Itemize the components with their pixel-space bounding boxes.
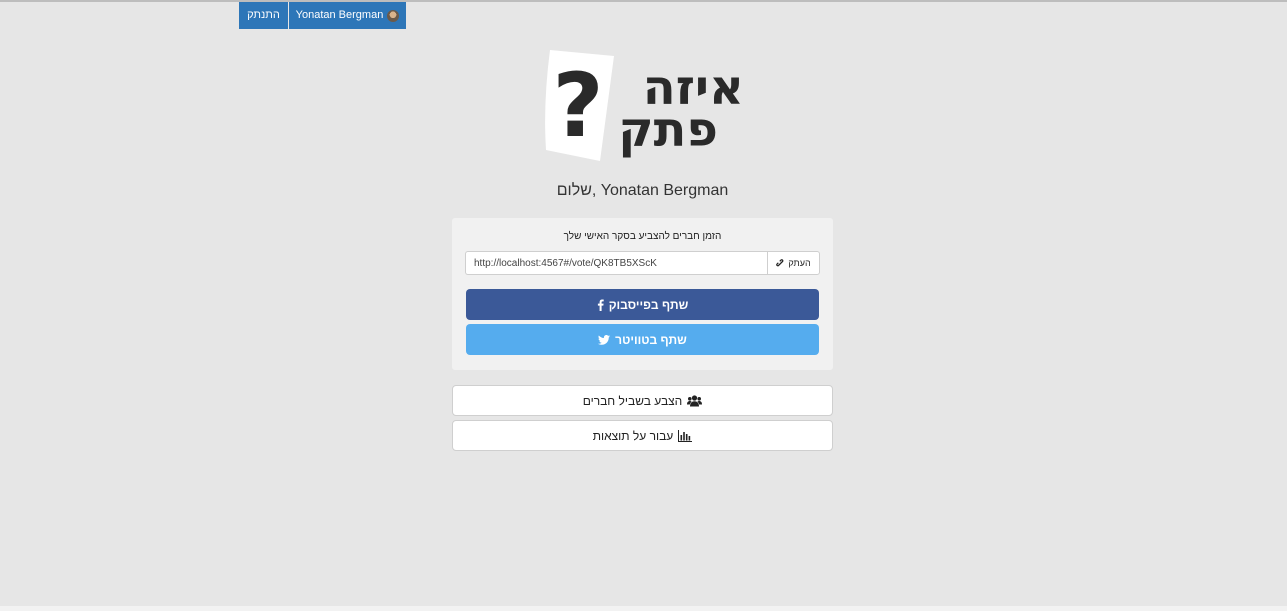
share-url-group: העתק (465, 251, 820, 275)
twitter-icon (598, 334, 611, 345)
twitter-share-button[interactable]: שתף בטוויטר (466, 324, 819, 355)
invite-card: הזמן חברים להצביע בסקר האישי שלך העתק שת… (452, 218, 833, 370)
share-url-input[interactable] (465, 251, 767, 275)
copy-label: העתק (788, 258, 811, 268)
invite-text: הזמן חברים להצביע בסקר האישי שלך (563, 231, 722, 242)
vote-for-friends-button[interactable]: הצבע בשביל חברים (452, 385, 833, 416)
top-border (0, 0, 1287, 2)
logo: ? איזה פתק (540, 44, 750, 164)
view-results-button[interactable]: עבור על תוצאות (452, 420, 833, 451)
bottom-border (0, 606, 1287, 611)
avatar (387, 9, 400, 22)
vote-for-friends-label: הצבע בשביל חברים (582, 393, 683, 408)
greeting: שלום, Yonatan Bergman (556, 182, 729, 199)
facebook-share-label: שתף בפייסבוק (608, 297, 689, 312)
bar-chart-icon (678, 429, 693, 442)
twitter-share-label: שתף בטוויטר (615, 332, 687, 347)
logo-graphic: ? איזה פתק (545, 50, 744, 161)
logout-label: התנתק (247, 9, 280, 21)
logo-text-line2: פתק (618, 102, 718, 158)
link-icon (776, 258, 785, 268)
user-name: Yonatan Bergman (295, 9, 384, 21)
copy-button[interactable]: העתק (767, 251, 820, 275)
facebook-share-button[interactable]: שתף בפייסבוק (466, 289, 819, 320)
logo-question-mark: ? (552, 54, 603, 157)
view-results-label: עבור על תוצאות (592, 428, 674, 443)
user-menu-button[interactable]: Yonatan Bergman (289, 2, 406, 29)
users-icon (687, 394, 703, 407)
logout-button[interactable]: התנתק (239, 2, 288, 29)
facebook-icon (597, 299, 604, 311)
